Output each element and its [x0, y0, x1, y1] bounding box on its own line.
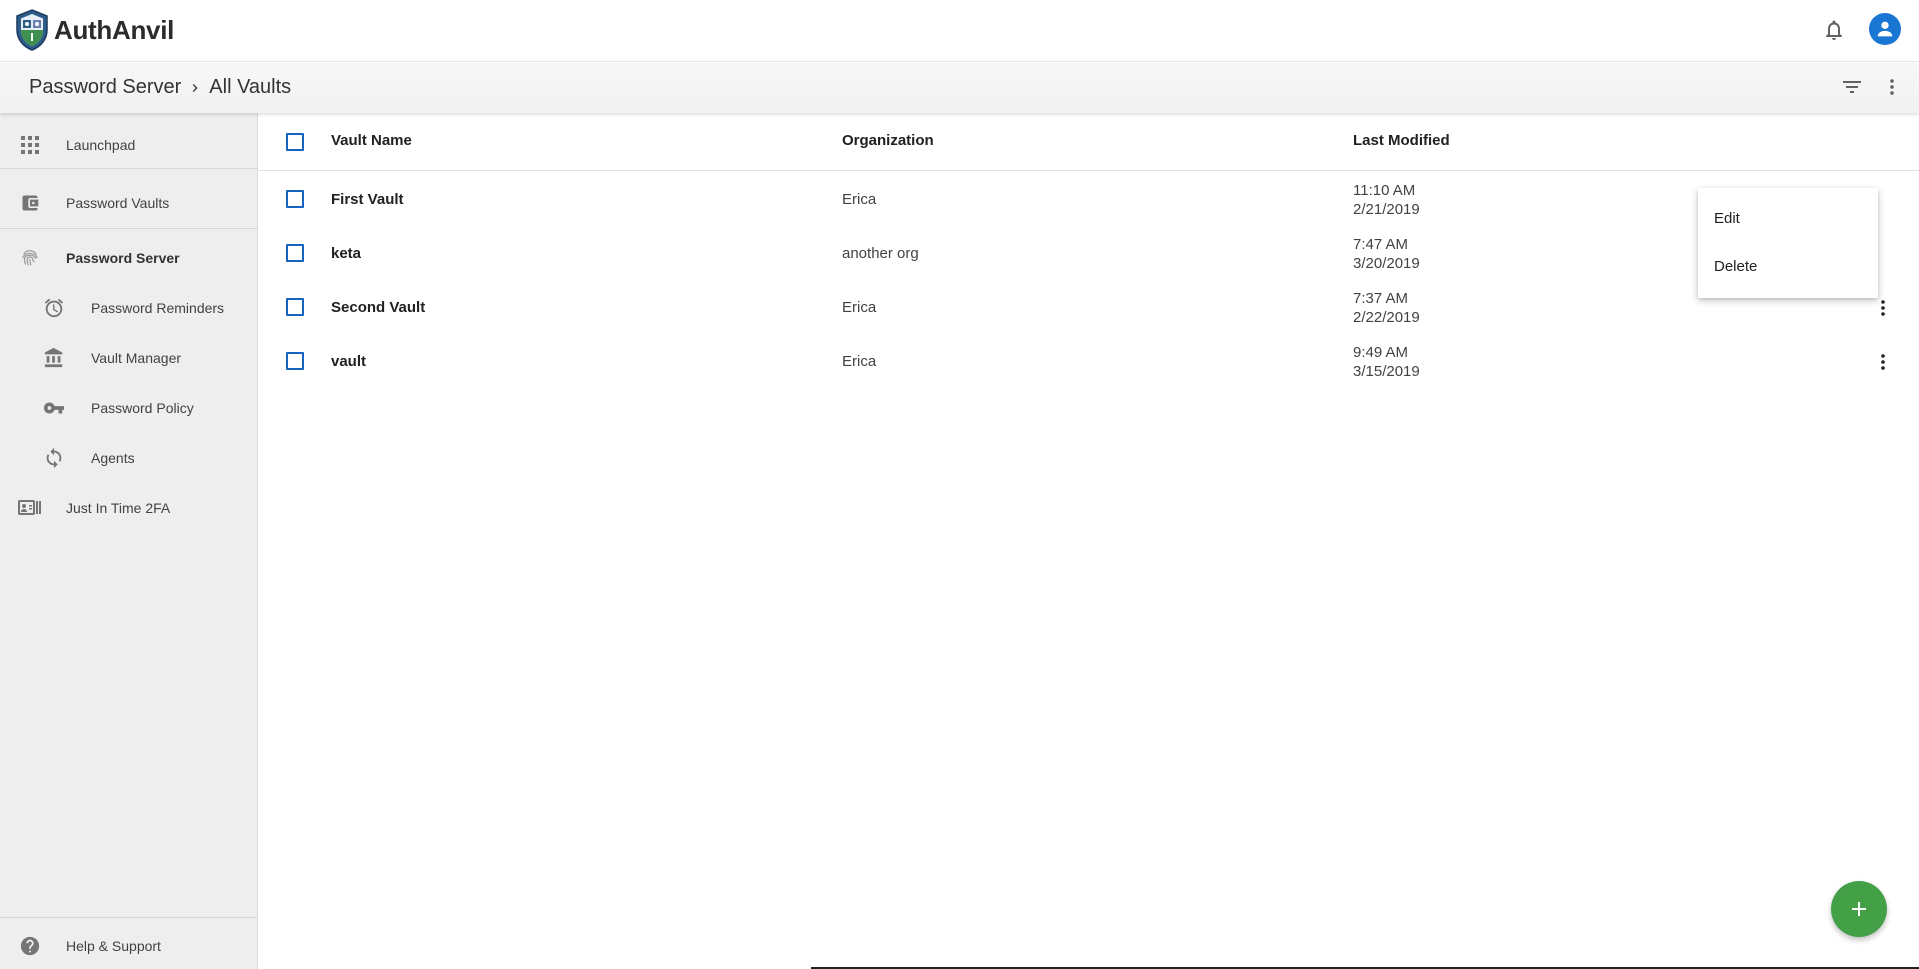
- menu-item-edit[interactable]: Edit: [1698, 196, 1878, 240]
- apps-grid-icon: [18, 133, 42, 157]
- row-checkbox[interactable]: [286, 352, 304, 370]
- table-row[interactable]: keta another org 7:47 AM 3/20/2019: [259, 227, 1919, 281]
- help-icon: [18, 934, 42, 958]
- wallet-icon: [18, 191, 42, 215]
- last-modified: 9:49 AM 3/15/2019: [1353, 343, 1420, 381]
- sidebar-item-launchpad[interactable]: Launchpad: [0, 123, 258, 167]
- menu-item-delete[interactable]: Delete: [1698, 244, 1878, 288]
- app-name: AuthAnvil: [54, 14, 175, 45]
- sidebar-item-label: Help & Support: [66, 938, 161, 954]
- sidebar-item-password-reminders[interactable]: Password Reminders: [0, 286, 258, 330]
- breadcrumb-current: All Vaults: [209, 76, 292, 98]
- sidebar-item-agents[interactable]: Agents: [0, 436, 258, 480]
- sidebar-divider: [0, 168, 258, 169]
- app-logo[interactable]: AuthAnvil: [14, 8, 174, 52]
- last-modified: 7:37 AM 2/22/2019: [1353, 289, 1420, 327]
- column-header-vault-name[interactable]: Vault Name: [331, 132, 412, 149]
- more-vert-icon[interactable]: [1871, 296, 1895, 320]
- sidebar-item-password-server[interactable]: Password Server: [0, 236, 258, 280]
- sidebar-item-password-policy[interactable]: Password Policy: [0, 386, 258, 430]
- organization: Erica: [842, 353, 877, 370]
- last-modified: 11:10 AM 2/21/2019: [1353, 181, 1420, 219]
- row-checkbox[interactable]: [286, 190, 304, 208]
- select-all-checkbox[interactable]: [286, 133, 304, 151]
- sidebar-divider: [0, 917, 258, 918]
- last-modified-time: 11:10 AM: [1353, 182, 1416, 199]
- vault-name: First Vault: [331, 191, 404, 208]
- last-modified-date: 2/21/2019: [1353, 201, 1420, 218]
- last-modified-date: 2/22/2019: [1353, 309, 1420, 326]
- add-vault-button[interactable]: [1831, 881, 1887, 937]
- sidebar-item-label: Agents: [91, 450, 135, 466]
- sidebar-item-label: Password Reminders: [91, 300, 225, 316]
- last-modified-time: 7:47 AM: [1353, 236, 1409, 253]
- last-modified-time: 7:37 AM: [1353, 290, 1409, 307]
- sidebar-item-password-vaults[interactable]: Password Vaults: [0, 181, 258, 225]
- table-row[interactable]: First Vault Erica 11:10 AM 2/21/2019: [259, 173, 1919, 227]
- plus-icon: [1852, 902, 1866, 916]
- key-icon: [42, 396, 66, 420]
- vault-name: vault: [331, 353, 367, 370]
- last-modified-date: 3/15/2019: [1353, 363, 1420, 380]
- column-header-organization[interactable]: Organization: [842, 132, 934, 149]
- sidebar-item-just-in-time-2fa[interactable]: Just In Time 2FA: [0, 486, 258, 530]
- vault-table: Vault Name Organization Last Modified Fi…: [259, 113, 1919, 969]
- last-modified-time: 9:49 AM: [1353, 344, 1409, 361]
- organization: Erica: [842, 191, 877, 208]
- sidebar-item-label: Launchpad: [66, 137, 136, 153]
- vault-name: Second Vault: [331, 299, 426, 316]
- table-row[interactable]: Second Vault Erica 7:37 AM 2/22/2019: [259, 281, 1919, 335]
- sidebar-divider: [0, 228, 258, 229]
- breadcrumb: Password Server All Vaults: [29, 76, 291, 99]
- column-header-last-modified[interactable]: Last Modified: [1353, 132, 1450, 149]
- shield-logo-icon: [16, 9, 48, 51]
- vault-name: keta: [331, 245, 362, 262]
- sidebar-item-label: Password Vaults: [66, 195, 170, 211]
- alarm-icon: [42, 296, 66, 320]
- top-app-bar: AuthAnvil: [0, 0, 1919, 62]
- sidebar: Launchpad Password Vaults Password Serve…: [0, 113, 258, 969]
- row-checkbox[interactable]: [286, 298, 304, 316]
- page-header: Password Server All Vaults: [0, 63, 1919, 113]
- breadcrumb-parent[interactable]: Password Server: [29, 76, 181, 99]
- sidebar-item-vault-manager[interactable]: Vault Manager: [0, 336, 258, 380]
- last-modified-date: 3/20/2019: [1353, 255, 1420, 272]
- more-vert-icon[interactable]: [1871, 350, 1895, 374]
- contact-card-icon: [18, 496, 42, 520]
- sidebar-item-label: Just In Time 2FA: [66, 500, 171, 516]
- sidebar-item-label: Password Policy: [91, 400, 194, 416]
- table-row[interactable]: vault Erica 9:49 AM 3/15/2019: [259, 335, 1919, 389]
- fingerprint-icon: [18, 246, 42, 270]
- sync-icon: [42, 446, 66, 470]
- sidebar-item-label: Password Server: [66, 250, 180, 266]
- sidebar-item-help-support[interactable]: Help & Support: [0, 924, 258, 968]
- filter-icon[interactable]: [1840, 75, 1864, 99]
- last-modified: 7:47 AM 3/20/2019: [1353, 235, 1420, 273]
- more-vert-icon[interactable]: [1880, 75, 1904, 99]
- bank-icon: [42, 346, 66, 370]
- organization: Erica: [842, 299, 877, 316]
- row-context-menu: Edit Delete: [1698, 188, 1878, 298]
- user-avatar-icon[interactable]: [1869, 13, 1901, 45]
- organization: another org: [842, 245, 919, 262]
- sidebar-item-label: Vault Manager: [91, 350, 182, 366]
- bell-icon[interactable]: [1822, 18, 1846, 42]
- table-header: Vault Name Organization Last Modified: [259, 113, 1919, 171]
- row-checkbox[interactable]: [286, 244, 304, 262]
- chevron-right-icon: [187, 80, 203, 96]
